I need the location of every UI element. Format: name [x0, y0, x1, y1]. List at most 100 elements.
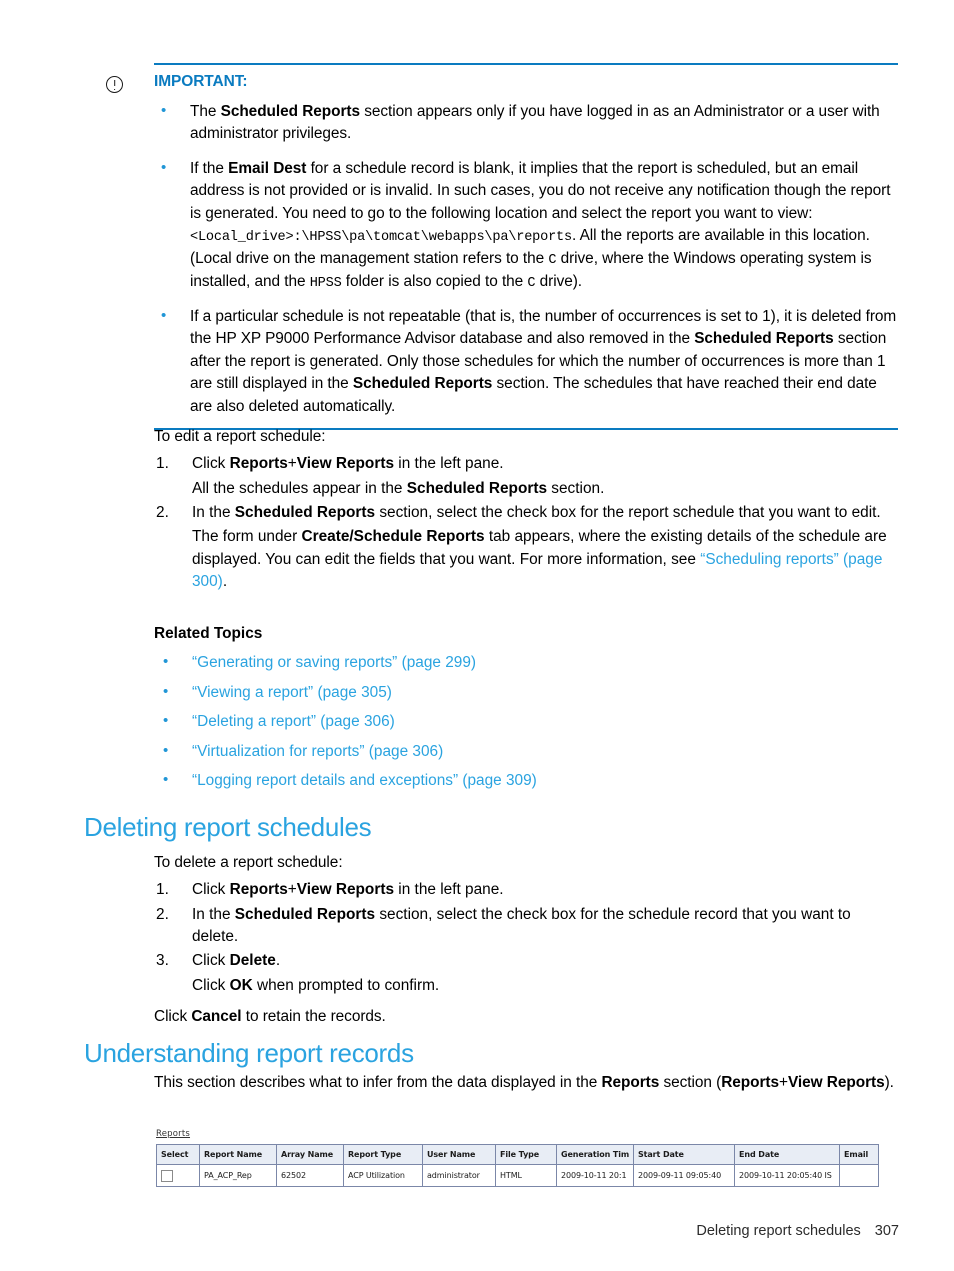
reports-table: Select Report Name Array Name Report Typ…	[156, 1144, 879, 1187]
bold-run: Scheduled Reports	[406, 479, 548, 497]
deleting-intro: To delete a report schedule:	[154, 854, 343, 871]
text-run: in the left pane.	[394, 455, 504, 473]
step-text: In the Scheduled Reports section, select…	[192, 504, 881, 521]
text-run: +	[779, 1074, 788, 1091]
understanding-body: This section describes what to infer fro…	[154, 1072, 898, 1094]
cell-file-type: HTML	[495, 1164, 557, 1187]
text-run: The form under	[192, 528, 302, 546]
column-header-report-type[interactable]: Report Type	[343, 1144, 423, 1165]
bold-run: Reports	[601, 1074, 660, 1091]
deleting-step: Click Reports+View Reports in the left p…	[154, 879, 898, 902]
bold-run: View Reports	[296, 881, 395, 899]
related-topic-item: “Viewing a report” (page 305)	[154, 681, 898, 704]
important-circle-exclamation-icon	[106, 76, 123, 93]
cell-end-date: 2009-10-11 20:05:40 IS	[734, 1164, 840, 1187]
bold-run: Reports	[229, 881, 288, 899]
related-topic-link[interactable]: “Logging report details and exceptions” …	[192, 772, 537, 789]
related-topic-link[interactable]: “Virtualization for reports” (page 306)	[192, 743, 443, 760]
row-select-checkbox[interactable]	[161, 1169, 173, 1182]
column-header-user-name[interactable]: User Name	[422, 1144, 496, 1165]
note-bullet-item: If a particular schedule is not repeatab…	[154, 305, 898, 418]
important-note-block: IMPORTANT: The Scheduled Reports section…	[106, 63, 898, 431]
mono-run: <Local_drive>:\HPSS\pa\tomcat\webapps\pa…	[190, 230, 572, 246]
step-text: Click Reports+View Reports in the left p…	[192, 455, 504, 472]
deleting-outro: Click Cancel to retain the records.	[154, 1006, 898, 1028]
text-run: Click	[192, 952, 230, 970]
related-topic-link[interactable]: “Deleting a report” (page 306)	[192, 713, 395, 730]
bold-run: View Reports	[787, 1074, 885, 1091]
text-run: drive).	[535, 273, 583, 291]
related-topics-links: “Generating or saving reports” (page 299…	[154, 651, 898, 792]
deleting-steps: Click Reports+View Reports in the left p…	[154, 879, 898, 997]
document-page: IMPORTANT: The Scheduled Reports section…	[0, 0, 954, 1271]
text-run: Click	[192, 976, 230, 994]
bold-run: Reports	[229, 455, 288, 473]
text-run: when prompted to confirm.	[252, 976, 440, 994]
note-title: IMPORTANT:	[154, 73, 248, 90]
deleting-section-block: To delete a report schedule: Click Repor…	[154, 852, 898, 1033]
table-header-row: Select Report Name Array Name Report Typ…	[156, 1144, 879, 1165]
bold-run: Delete	[229, 952, 276, 970]
text-run: .	[222, 572, 228, 590]
bold-run: Reports	[721, 1074, 780, 1091]
bold-run: Scheduled Reports	[234, 503, 376, 521]
related-topics-heading: Related Topics	[154, 625, 263, 642]
text-run: section.	[547, 479, 605, 497]
column-header-file-type[interactable]: File Type	[495, 1144, 557, 1165]
column-header-generation-time[interactable]: Generation Tim	[556, 1144, 634, 1165]
cell-email	[839, 1164, 879, 1187]
cell-report-type: ACP Utilization	[343, 1164, 423, 1187]
text-run: The	[190, 103, 221, 120]
related-topic-item: “Generating or saving reports” (page 299…	[154, 651, 898, 674]
related-topic-link[interactable]: “Viewing a report” (page 305)	[192, 684, 392, 701]
text-run: ).	[884, 1074, 894, 1091]
reports-screenshot: Reports Select Report Name Array Name Re…	[156, 1129, 879, 1187]
page-footer: Deleting report schedules 307	[696, 1223, 899, 1239]
bold-run: Scheduled Reports	[694, 330, 834, 348]
bold-run: Cancel	[191, 1007, 242, 1025]
text-run: If the	[190, 159, 229, 177]
reports-screenshot-label: Reports	[156, 1129, 191, 1139]
step-text: Click Reports+View Reports in the left p…	[192, 881, 504, 898]
edit-schedule-steps: Click Reports+View Reports in the left p…	[154, 453, 898, 593]
cell-report-name: PA_ACP_Rep	[199, 1164, 277, 1187]
edit-schedule-step: In the Scheduled Reports section, select…	[154, 502, 898, 593]
related-topic-item: “Virtualization for reports” (page 306)	[154, 740, 898, 763]
bold-run: Email Dest	[228, 159, 307, 177]
step-follow-text: All the schedules appear in the Schedule…	[192, 478, 898, 500]
understanding-section-block: This section describes what to infer fro…	[154, 1072, 898, 1099]
text-run: Click	[192, 881, 230, 899]
text-run: +	[287, 455, 297, 473]
step-text: In the Scheduled Reports section, select…	[192, 906, 851, 945]
deleting-step: In the Scheduled Reports section, select…	[154, 904, 898, 949]
text-run: This section describes what to infer fro…	[154, 1074, 602, 1091]
heading-deleting-report-schedules: Deleting report schedules	[84, 812, 372, 842]
cell-start-date: 2009-09-11 09:05:40	[633, 1164, 735, 1187]
column-header-end-date[interactable]: End Date	[734, 1144, 840, 1165]
text-run: section, select the check box for the re…	[375, 503, 881, 521]
step-follow-text: Click OK when prompted to confirm.	[192, 975, 898, 997]
related-topic-link[interactable]: “Generating or saving reports” (page 299…	[192, 654, 476, 671]
related-topics-block: Related Topics “Generating or saving rep…	[154, 625, 898, 800]
heading-understanding-report-records: Understanding report records	[84, 1038, 414, 1068]
cell-array-name: 62502	[276, 1164, 344, 1187]
step-text: Click Delete.	[192, 952, 280, 969]
mono-run: HPSS	[309, 276, 342, 292]
text-run: folder is also copied to the	[341, 273, 528, 291]
note-bullet-item: If the Email Dest for a schedule record …	[154, 157, 898, 294]
bold-run: Scheduled Reports	[220, 103, 361, 120]
column-header-email[interactable]: Email	[839, 1144, 879, 1165]
cell-user-name: administrator	[422, 1164, 496, 1187]
edit-schedule-intro: To edit a report schedule:	[154, 428, 326, 445]
column-header-select[interactable]: Select	[156, 1144, 200, 1165]
text-run: All the schedules appear in the	[192, 479, 407, 497]
column-header-start-date[interactable]: Start Date	[633, 1144, 735, 1165]
bold-run: View Reports	[296, 455, 395, 473]
text-run: Click	[192, 455, 230, 473]
column-header-report-name[interactable]: Report Name	[199, 1144, 277, 1165]
table-row: PA_ACP_Rep 62502 ACP Utilization adminis…	[156, 1164, 879, 1187]
deleting-step: Click Delete. Click OK when prompted to c…	[154, 950, 898, 997]
bold-run: Create/Schedule Reports	[301, 528, 485, 546]
column-header-array-name[interactable]: Array Name	[276, 1144, 344, 1165]
note-bullet-item: The Scheduled Reports section appears on…	[154, 100, 898, 146]
